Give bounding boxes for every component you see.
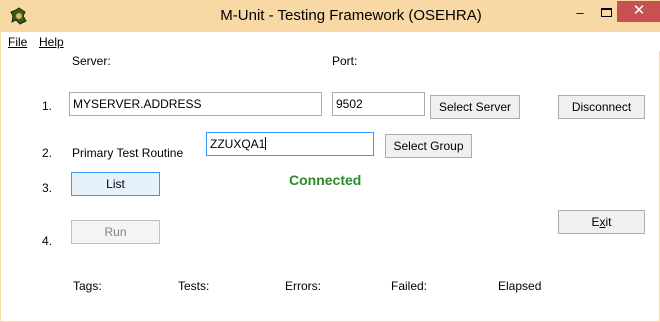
text-caret bbox=[265, 137, 267, 150]
minimize-button[interactable]: – bbox=[567, 5, 593, 26]
run-button[interactable]: Run bbox=[71, 220, 160, 244]
routine-input-value: ZZUXQA1 bbox=[210, 137, 266, 151]
menu-help-label: Help bbox=[39, 35, 64, 49]
tags-label: Tags: bbox=[73, 279, 102, 293]
port-label: Port: bbox=[332, 54, 358, 68]
disconnect-button[interactable]: Disconnect bbox=[558, 95, 645, 119]
step-4-number: 4. bbox=[42, 234, 53, 248]
title-bar[interactable]: M-Unit - Testing Framework (OSEHRA) – ✕ bbox=[1, 1, 660, 32]
exit-label-prefix: E bbox=[591, 215, 600, 229]
select-server-button[interactable]: Select Server bbox=[430, 95, 520, 119]
server-input[interactable]: MYSERVER.ADDRESS bbox=[69, 92, 322, 116]
menu-bar: File Help bbox=[1, 32, 660, 51]
port-input[interactable]: 9502 bbox=[332, 92, 425, 116]
routine-input[interactable]: ZZUXQA1 bbox=[206, 132, 374, 156]
step-3-number: 3. bbox=[42, 181, 53, 195]
errors-label: Errors: bbox=[285, 279, 321, 293]
close-button[interactable]: ✕ bbox=[617, 1, 660, 22]
menu-file-label: File bbox=[8, 35, 28, 49]
exit-button[interactable]: Exit bbox=[558, 210, 645, 234]
maximize-icon bbox=[600, 8, 612, 17]
app-window: M-Unit - Testing Framework (OSEHRA) – ✕ … bbox=[0, 0, 660, 322]
connection-status: Connected bbox=[289, 172, 362, 188]
maximize-button[interactable] bbox=[593, 6, 619, 27]
failed-label: Failed: bbox=[391, 279, 428, 293]
tests-label: Tests: bbox=[178, 279, 210, 293]
routine-label: Primary Test Routine bbox=[72, 146, 184, 160]
step-1-number: 1. bbox=[42, 99, 53, 113]
window-title: M-Unit - Testing Framework (OSEHRA) bbox=[220, 7, 482, 24]
list-button[interactable]: List bbox=[71, 172, 160, 196]
step-2-number: 2. bbox=[42, 146, 53, 160]
elapsed-label: Elapsed bbox=[498, 279, 542, 293]
server-label: Server: bbox=[72, 54, 111, 68]
menu-file[interactable]: File bbox=[8, 35, 27, 49]
select-group-button[interactable]: Select Group bbox=[385, 134, 472, 158]
exit-label-suffix: it bbox=[605, 215, 612, 229]
menu-help[interactable]: Help bbox=[39, 35, 64, 49]
